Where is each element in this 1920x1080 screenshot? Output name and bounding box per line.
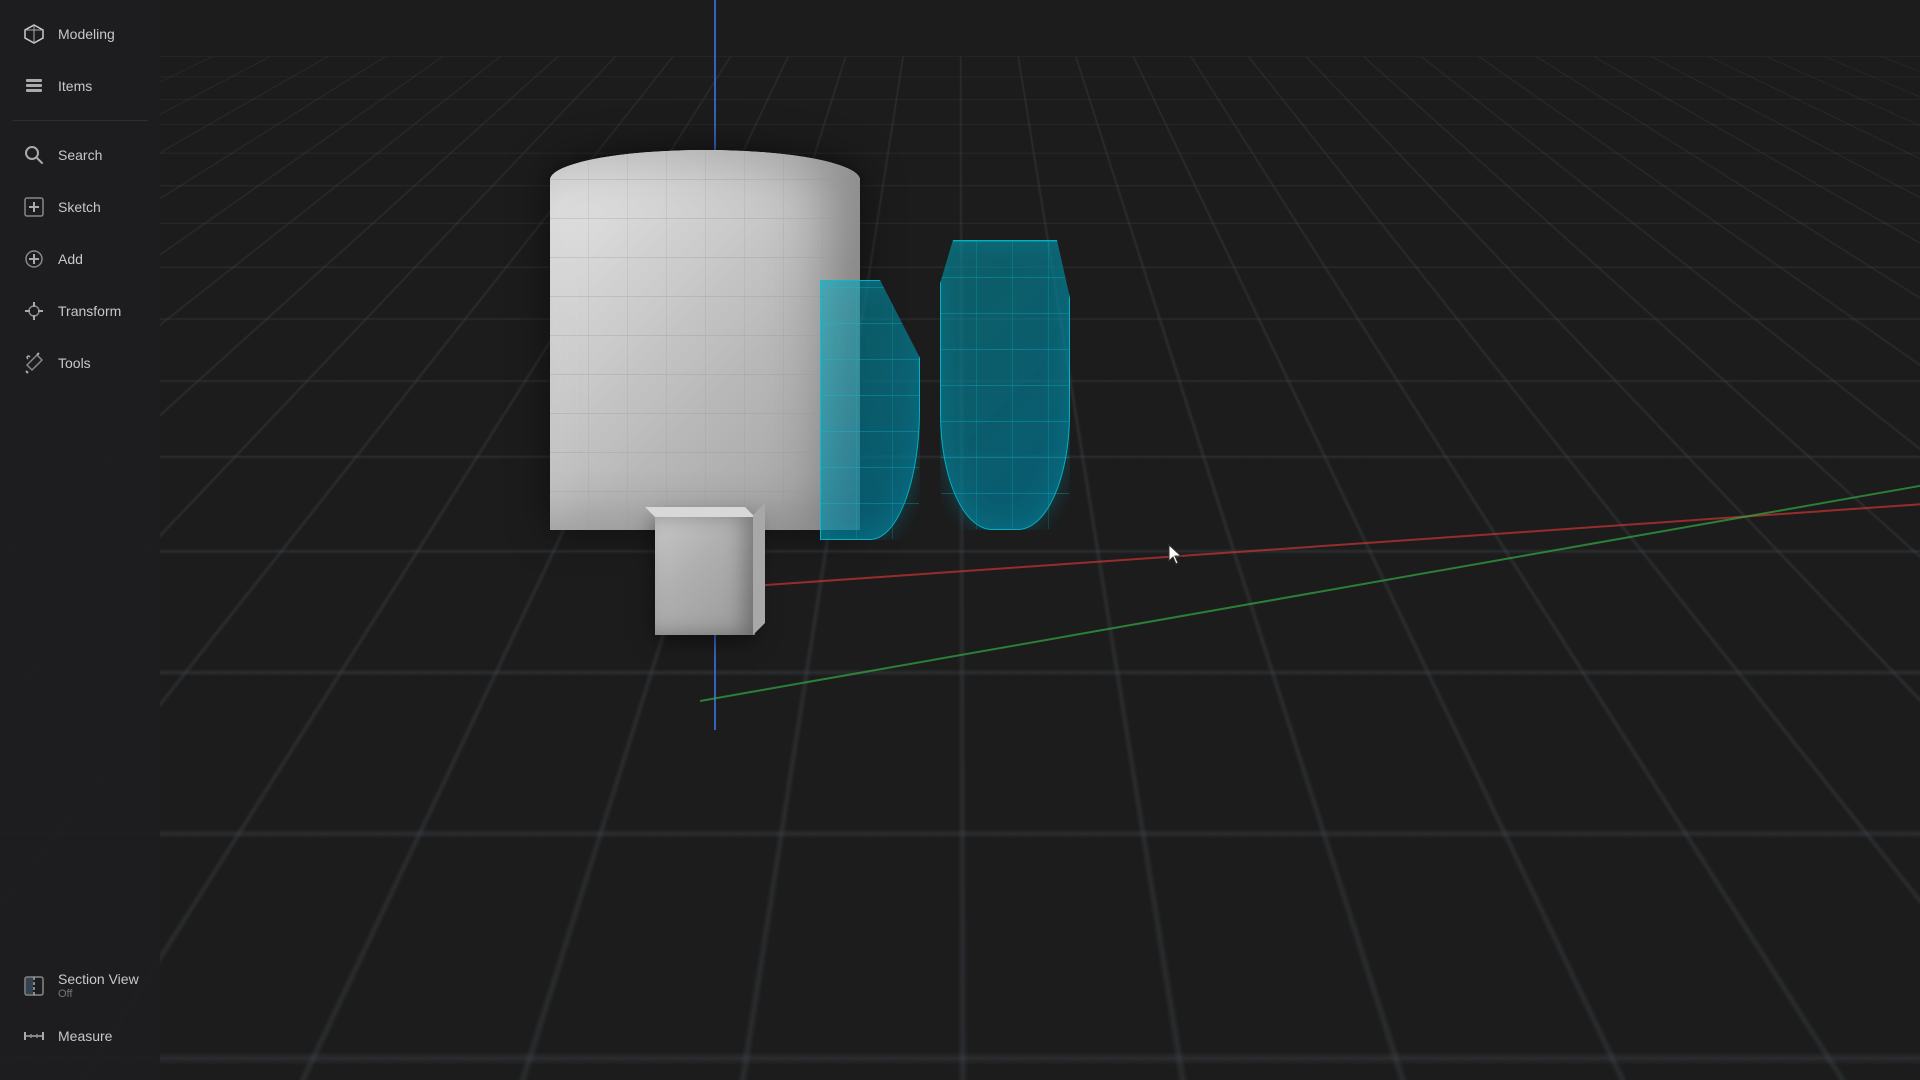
layers-icon (20, 72, 48, 100)
sidebar-spacer (0, 389, 160, 959)
sidebar-label-tools: Tools (58, 355, 91, 371)
sidebar-item-tools[interactable]: Tools (6, 339, 154, 387)
sidebar-label-section-view: Section View (58, 971, 139, 987)
sidebar-divider-1 (12, 120, 148, 121)
sidebar-label-sketch: Sketch (58, 199, 101, 215)
add-icon (20, 245, 48, 273)
sidebar-label-search: Search (58, 147, 102, 163)
sidebar-item-items[interactable]: Items (6, 62, 154, 110)
grid-background (0, 0, 1920, 57)
sidebar-bottom: Section View Off Measure (0, 959, 160, 1072)
sidebar: Modeling Items Search (0, 0, 160, 1080)
teal-shape-right (940, 240, 1070, 530)
sidebar-label-transform: Transform (58, 303, 121, 319)
sidebar-label-measure: Measure (58, 1028, 112, 1044)
transform-icon (20, 297, 48, 325)
section-view-icon (20, 972, 48, 1000)
sidebar-item-sketch[interactable]: Sketch (6, 183, 154, 231)
cube-icon (20, 20, 48, 48)
sidebar-item-add[interactable]: Add (6, 235, 154, 283)
sidebar-label-items: Items (58, 78, 92, 94)
sidebar-item-measure[interactable]: Measure (6, 1012, 154, 1060)
measure-icon (20, 1022, 48, 1050)
section-view-status: Off (58, 988, 139, 1000)
sidebar-item-search[interactable]: Search (6, 131, 154, 179)
cylinder-base-box (655, 515, 755, 635)
tools-icon (20, 349, 48, 377)
3d-viewport[interactable] (0, 0, 1920, 1080)
sidebar-item-section-view[interactable]: Section View Off (6, 961, 154, 1010)
cylinder-body (550, 150, 860, 530)
sketch-icon (20, 193, 48, 221)
sidebar-label-modeling: Modeling (58, 26, 115, 42)
sidebar-item-transform[interactable]: Transform (6, 287, 154, 335)
sidebar-label-add: Add (58, 251, 83, 267)
search-icon (20, 141, 48, 169)
sidebar-item-modeling[interactable]: Modeling (6, 10, 154, 58)
